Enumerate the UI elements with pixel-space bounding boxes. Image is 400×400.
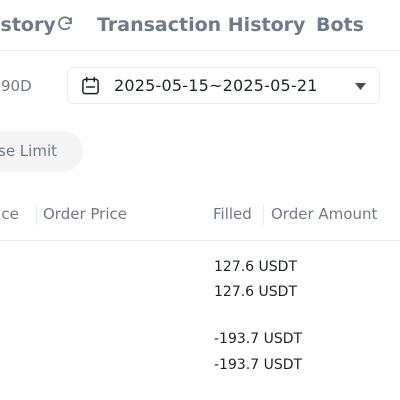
tab-bots[interactable]: Bots [316, 12, 364, 38]
refresh-icon[interactable] [56, 15, 74, 33]
history-tabs: istory Transaction History Bots [0, 0, 400, 51]
filled-value: 127.6 USDT [214, 284, 297, 300]
filled-value: 127.6 USDT [214, 259, 297, 275]
column-header-filled: Filled [213, 205, 252, 223]
column-header-order-price: Order Price [43, 205, 127, 223]
calendar-icon [82, 76, 99, 95]
caret-down-icon [355, 83, 366, 90]
table-header: rice Order Price Filled Order Amount [0, 192, 400, 241]
date-range-picker[interactable]: 2025-05-15~2025-05-21 [67, 67, 380, 104]
filter-chip-label: se Limit [0, 142, 57, 160]
column-header-order-amount: Order Amount [271, 205, 378, 223]
date-range-value: 2025-05-15~2025-05-21 [114, 76, 318, 95]
filled-value: -193.7 USDT [214, 331, 303, 347]
range-option-90d[interactable]: 90D [1, 77, 32, 95]
column-header-price: rice [0, 205, 19, 223]
column-divider [36, 205, 37, 225]
column-divider [263, 205, 264, 225]
filled-value: -193.7 USDT [214, 357, 303, 373]
tab-order-history[interactable]: istory [0, 12, 56, 38]
filter-chip[interactable]: se Limit [0, 131, 83, 172]
tab-transaction-history[interactable]: Transaction History [97, 12, 305, 38]
